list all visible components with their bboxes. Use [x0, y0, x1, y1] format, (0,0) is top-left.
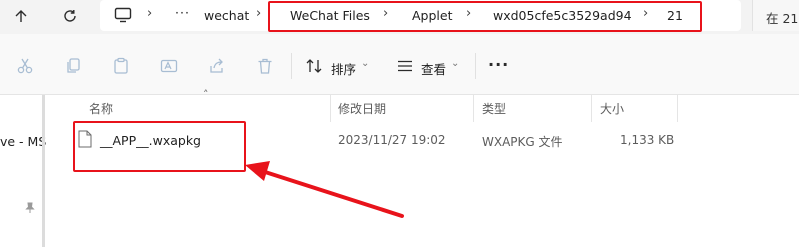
column-divider[interactable]: [473, 95, 474, 122]
column-divider[interactable]: [591, 95, 592, 122]
clipboard-icon: [114, 57, 128, 74]
rename-icon: [160, 59, 178, 73]
copy-button[interactable]: [62, 55, 84, 77]
sort-label: 排序: [331, 62, 357, 77]
refresh-button[interactable]: [55, 2, 85, 30]
toolbar-divider: [475, 53, 476, 79]
column-modified[interactable]: 修改日期: [338, 100, 386, 117]
column-type[interactable]: 类型: [482, 100, 506, 117]
rename-button[interactable]: [158, 55, 180, 77]
file-modified: 2023/11/27 19:02: [338, 133, 446, 147]
arrow-up-icon: [15, 10, 27, 22]
annotation-box-path: [268, 1, 702, 32]
search-placeholder: 在 21: [766, 11, 799, 26]
column-name[interactable]: 名称: [89, 100, 113, 117]
scissors-icon: [17, 58, 33, 74]
copy-icon: [67, 58, 80, 73]
computer-icon: [114, 7, 132, 27]
sort-icon: [306, 58, 322, 78]
chevron-right-icon: ›: [256, 6, 262, 21]
navigation-pane: [0, 95, 45, 247]
pin-icon[interactable]: [24, 199, 36, 218]
sort-caret-up-icon: ˄: [203, 88, 209, 101]
file-size: 1,133 KB: [620, 133, 675, 147]
column-size[interactable]: 大小: [600, 100, 624, 117]
annotation-box-file: [73, 121, 246, 172]
view-label: 查看: [421, 62, 447, 77]
overflow-crumbs[interactable]: ···: [175, 5, 190, 20]
pane-splitter[interactable]: [42, 95, 45, 247]
nav-item-label[interactable]: ve - MS: [0, 134, 46, 149]
view-list-icon: [397, 58, 413, 78]
chevron-down-icon: ⌄: [361, 58, 370, 69]
chevron-right-icon: ›: [147, 6, 153, 21]
column-divider[interactable]: [677, 95, 678, 122]
trash-icon: [258, 58, 272, 74]
chevron-down-icon: ⌄: [451, 58, 460, 69]
column-divider[interactable]: [330, 95, 331, 122]
share-button[interactable]: [206, 55, 228, 77]
toolbar-divider: [291, 53, 292, 79]
delete-button[interactable]: [254, 55, 276, 77]
up-button[interactable]: [6, 2, 36, 30]
paste-button[interactable]: [110, 55, 132, 77]
share-icon: [210, 58, 223, 73]
annotation-arrow: [245, 161, 404, 218]
refresh-icon: [64, 10, 76, 22]
cut-button[interactable]: [14, 55, 36, 77]
more-options-button[interactable]: ···: [488, 55, 509, 74]
crumb-wechat[interactable]: wechat: [204, 8, 249, 23]
file-type: WXAPKG 文件: [482, 135, 563, 149]
